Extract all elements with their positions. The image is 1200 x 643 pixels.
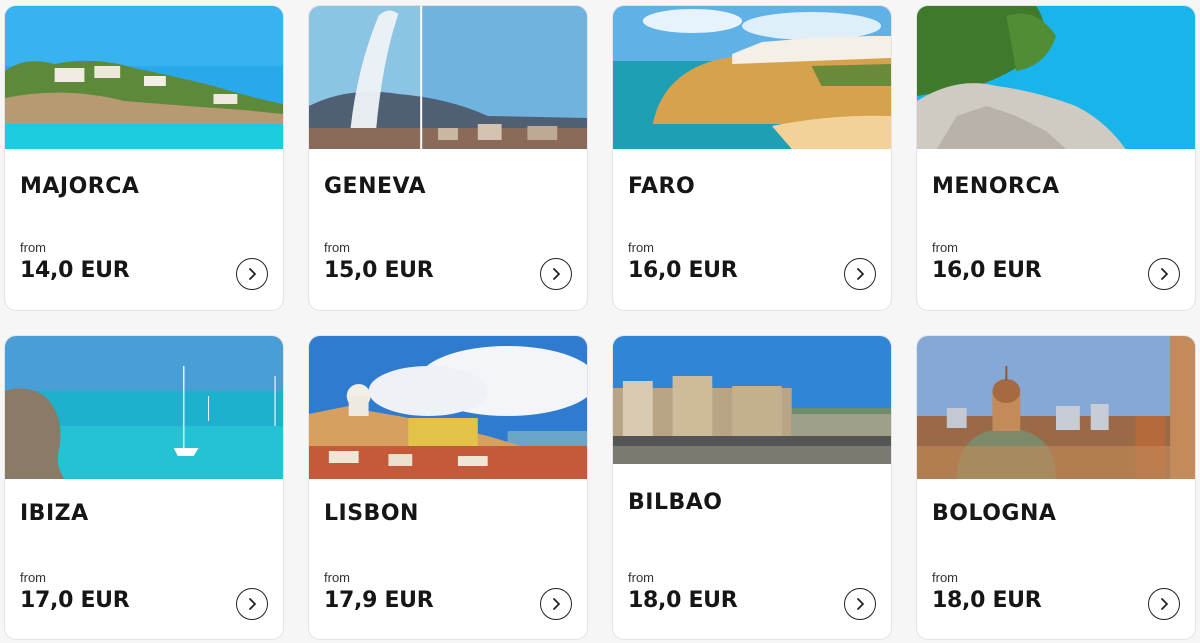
chevron-right-button[interactable] [1148,588,1180,620]
destination-photo [917,6,1195,149]
chevron-right-button[interactable] [844,258,876,290]
chevron-right-button[interactable] [236,258,268,290]
chevron-right-button[interactable] [236,588,268,620]
city-name: FARO [628,174,696,199]
chevron-right-icon [249,268,256,280]
chevron-right-button[interactable] [540,258,572,290]
city-name: IBIZA [20,501,89,526]
destination-photo [309,336,587,479]
destination-photo [613,336,891,464]
destinations-grid: MAJORCA from 14,0 EUR GENEVA from 15,0 E… [0,0,1200,643]
city-name: MENORCA [932,174,1060,199]
destination-card-ibiza[interactable]: IBIZA from 17,0 EUR [4,335,284,640]
chevron-right-icon [857,598,864,610]
city-name: BILBAO [628,490,723,515]
destination-card-faro[interactable]: FARO from 16,0 EUR [612,5,892,311]
chevron-right-icon [857,268,864,280]
chevron-right-icon [553,598,560,610]
from-label: from [20,570,46,585]
chevron-right-icon [249,598,256,610]
from-label: from [932,240,958,255]
destination-card-bologna[interactable]: BOLOGNA from 18,0 EUR [916,335,1196,640]
chevron-right-button[interactable] [844,588,876,620]
from-label: from [20,240,46,255]
destination-card-majorca[interactable]: MAJORCA from 14,0 EUR [4,5,284,311]
destination-photo [309,6,587,149]
city-name: LISBON [324,501,419,526]
chevron-right-button[interactable] [1148,258,1180,290]
from-label: from [932,570,958,585]
destination-card-bilbao[interactable]: BILBAO from 18,0 EUR [612,335,892,640]
chevron-right-icon [1161,598,1168,610]
price: 18,0 EUR [628,588,738,613]
price: 17,0 EUR [20,588,130,613]
price: 17,9 EUR [324,588,434,613]
price: 14,0 EUR [20,258,130,283]
from-label: from [324,240,350,255]
city-name: MAJORCA [20,174,140,199]
destination-card-geneva[interactable]: GENEVA from 15,0 EUR [308,5,588,311]
destination-photo [5,6,283,149]
from-label: from [628,570,654,585]
destination-photo [5,336,283,479]
price: 16,0 EUR [932,258,1042,283]
chevron-right-button[interactable] [540,588,572,620]
destination-card-menorca[interactable]: MENORCA from 16,0 EUR [916,5,1196,311]
city-name: GENEVA [324,174,427,199]
destination-card-lisbon[interactable]: LISBON from 17,9 EUR [308,335,588,640]
city-name: BOLOGNA [932,501,1057,526]
price: 15,0 EUR [324,258,434,283]
price: 16,0 EUR [628,258,738,283]
price: 18,0 EUR [932,588,1042,613]
from-label: from [324,570,350,585]
from-label: from [628,240,654,255]
destination-photo [613,6,891,149]
chevron-right-icon [1161,268,1168,280]
destination-photo [917,336,1195,479]
chevron-right-icon [553,268,560,280]
